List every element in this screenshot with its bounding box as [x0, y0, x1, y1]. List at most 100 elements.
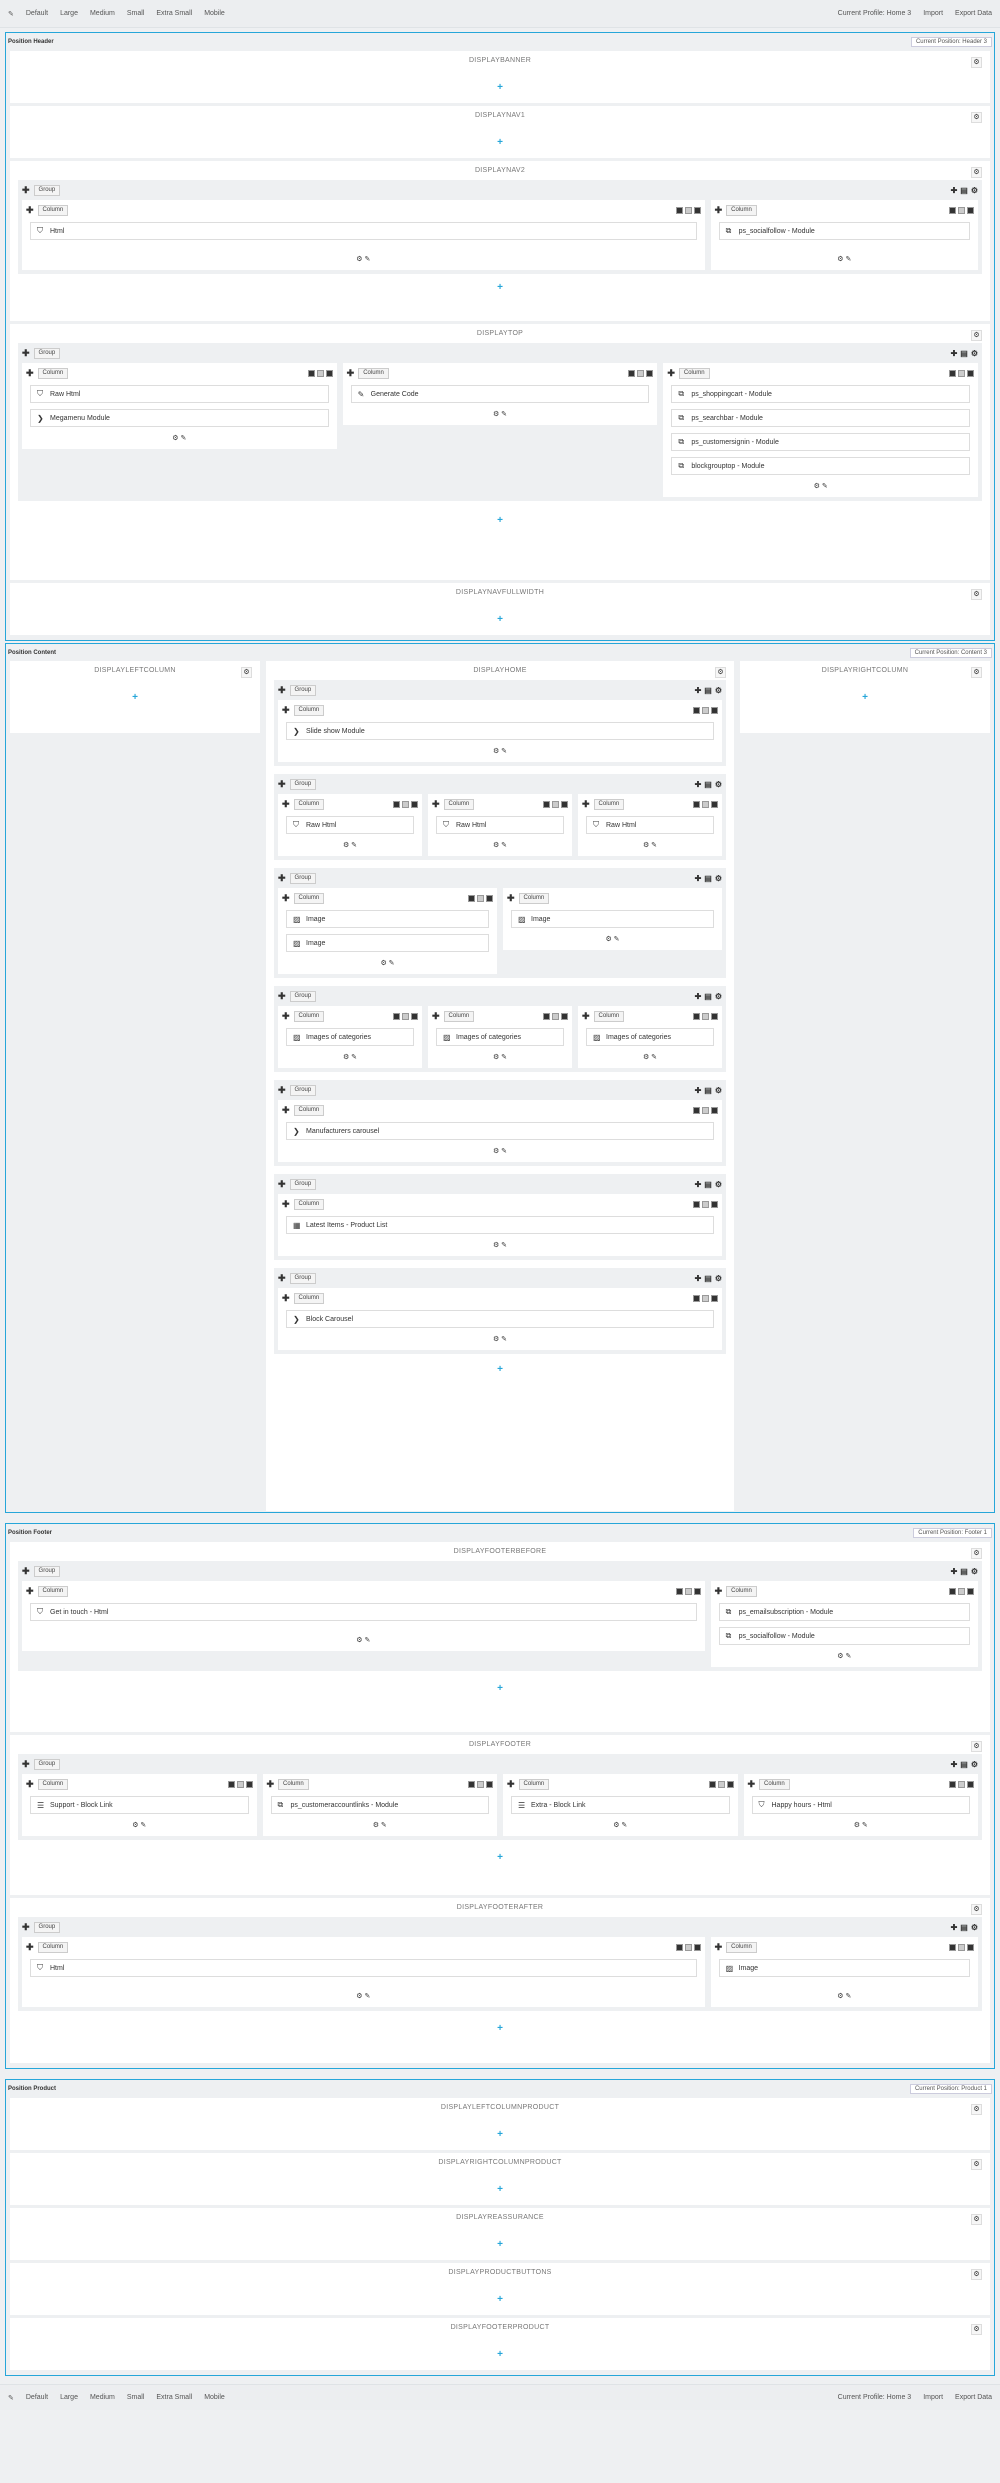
- device-extra-small[interactable]: Extra Small: [156, 2394, 192, 2401]
- col-tool-icon[interactable]: [675, 206, 683, 214]
- grid-icon[interactable]: ▤: [960, 186, 968, 195]
- gear-icon[interactable]: ⚙: [971, 2324, 982, 2335]
- col-tool-icon[interactable]: [675, 1587, 683, 1595]
- group-button[interactable]: Group: [289, 1178, 317, 1190]
- module-item[interactable]: ⛉ Raw Html: [30, 385, 329, 403]
- settings-icon[interactable]: ⚙: [971, 186, 978, 195]
- module-item[interactable]: ⛉ Raw Html: [586, 816, 714, 834]
- drag-icon[interactable]: ✚: [22, 185, 30, 196]
- module-item[interactable]: ⧉ ps_socialfollow - Module: [718, 222, 970, 240]
- module-item[interactable]: ⧉ ps_emailsubscription - Module: [718, 1603, 970, 1621]
- module-item[interactable]: ⛉ Html: [30, 1959, 697, 1977]
- device-small[interactable]: Small: [127, 10, 145, 17]
- drag-icon[interactable]: ✚: [278, 991, 286, 1002]
- profile-button[interactable]: Current Profile: Home 3: [838, 2394, 912, 2401]
- add-icon[interactable]: ✚: [695, 992, 702, 1001]
- export-button[interactable]: Export Data: [955, 10, 992, 17]
- module-item[interactable]: ▨ Image: [286, 934, 489, 952]
- drag-icon[interactable]: ✚: [507, 893, 515, 904]
- col-tool-icon[interactable]: [693, 1012, 700, 1020]
- device-mobile[interactable]: Mobile: [204, 2394, 225, 2401]
- add-group-icon[interactable]: +: [16, 614, 984, 626]
- gear-icon[interactable]: ⚙: [241, 667, 252, 678]
- edit-icon[interactable]: ✎: [8, 2394, 14, 2402]
- gear-icon[interactable]: ⚙: [971, 2159, 982, 2170]
- module-item[interactable]: ⧉ blockgrouptop - Module: [671, 457, 971, 475]
- add-icon[interactable]: ✚: [951, 1760, 958, 1769]
- col-tool-icon[interactable]: [958, 369, 966, 377]
- col-tool-icon[interactable]: [967, 1587, 974, 1595]
- settings-icon[interactable]: ⚙: [715, 1086, 722, 1095]
- group-button[interactable]: Group: [33, 347, 61, 359]
- drag-icon[interactable]: ✚: [282, 893, 290, 904]
- col-tool-icon[interactable]: [967, 369, 975, 377]
- group-button[interactable]: Group: [33, 1758, 61, 1770]
- column-button[interactable]: Column: [593, 798, 625, 810]
- drag-icon[interactable]: ✚: [22, 1566, 30, 1577]
- add-group-icon[interactable]: +: [16, 692, 254, 704]
- module-item[interactable]: ❯ Megamenu Module: [30, 409, 329, 427]
- settings-icon[interactable]: ⚙: [715, 780, 722, 789]
- add-icon[interactable]: ✚: [695, 1086, 702, 1095]
- grid-icon[interactable]: ▤: [960, 349, 968, 358]
- col-tool-icon[interactable]: [717, 1780, 725, 1788]
- gear-icon[interactable]: ⚙: [971, 2269, 982, 2280]
- add-group-icon[interactable]: +: [16, 2349, 984, 2361]
- col-tool-icon[interactable]: [693, 1943, 701, 1951]
- grid-icon[interactable]: ▤: [704, 874, 712, 883]
- drag-icon[interactable]: ✚: [26, 1942, 34, 1953]
- drag-icon[interactable]: ✚: [278, 1179, 286, 1190]
- module-item[interactable]: ⧉ ps_socialfollow - Module: [718, 1627, 970, 1645]
- column-actions[interactable]: ⚙ ✎: [282, 746, 718, 758]
- module-item[interactable]: ⧉ ps_searchbar - Module: [671, 409, 971, 427]
- settings-icon[interactable]: ⚙: [971, 1923, 978, 1932]
- position-select[interactable]: Current Position: Product 1: [909, 2083, 992, 2094]
- column-button[interactable]: Column: [293, 1292, 325, 1304]
- settings-icon[interactable]: ⚙: [715, 992, 722, 1001]
- group-button[interactable]: Group: [289, 778, 317, 790]
- col-tool-icon[interactable]: [307, 369, 315, 377]
- add-group-icon[interactable]: +: [16, 2184, 984, 2196]
- col-tool-icon[interactable]: [477, 894, 484, 902]
- module-item[interactable]: ⛉ Raw Html: [436, 816, 564, 834]
- column-button[interactable]: Column: [726, 1585, 757, 1597]
- col-tool-icon[interactable]: [486, 894, 493, 902]
- drag-icon[interactable]: ✚: [282, 1293, 290, 1304]
- column-button[interactable]: Column: [278, 1778, 309, 1790]
- module-item[interactable]: ❯ Block Carousel: [286, 1310, 714, 1328]
- col-tool-icon[interactable]: [693, 206, 701, 214]
- col-tool-icon[interactable]: [468, 1780, 475, 1788]
- gear-icon[interactable]: ⚙: [971, 167, 982, 178]
- gear-icon[interactable]: ⚙: [971, 57, 982, 68]
- add-icon[interactable]: ✚: [695, 1274, 702, 1283]
- drag-icon[interactable]: ✚: [432, 799, 440, 810]
- col-tool-icon[interactable]: [711, 800, 718, 808]
- column-button[interactable]: Column: [759, 1778, 790, 1790]
- column-actions[interactable]: ⚙ ✎: [26, 433, 333, 445]
- group-button[interactable]: Group: [33, 1565, 61, 1577]
- col-tool-icon[interactable]: [637, 369, 645, 377]
- add-group-icon[interactable]: +: [16, 1683, 984, 1695]
- col-tool-icon[interactable]: [468, 894, 475, 902]
- group-button[interactable]: Group: [289, 990, 317, 1002]
- grid-icon[interactable]: ▤: [704, 1180, 712, 1189]
- col-tool-icon[interactable]: [684, 1943, 692, 1951]
- add-icon[interactable]: ✚: [695, 874, 702, 883]
- col-tool-icon[interactable]: [693, 1200, 700, 1208]
- module-item[interactable]: ☰ Extra - Block Link: [511, 1796, 730, 1814]
- device-extra-small[interactable]: Extra Small: [156, 10, 192, 17]
- add-icon[interactable]: ✚: [695, 686, 702, 695]
- position-select[interactable]: Current Position: Footer 1: [913, 1527, 992, 1538]
- col-tool-icon[interactable]: [702, 1106, 709, 1114]
- column-actions[interactable]: ⚙ ✎: [667, 481, 974, 493]
- col-tool-icon[interactable]: [711, 1200, 718, 1208]
- gear-icon[interactable]: ⚙: [971, 112, 982, 123]
- drag-icon[interactable]: ✚: [582, 1011, 590, 1022]
- col-tool-icon[interactable]: [693, 1587, 701, 1595]
- col-tool-icon[interactable]: [543, 800, 550, 808]
- col-tool-icon[interactable]: [702, 1200, 709, 1208]
- add-icon[interactable]: ✚: [951, 186, 958, 195]
- col-tool-icon[interactable]: [967, 206, 974, 214]
- col-tool-icon[interactable]: [552, 800, 559, 808]
- drag-icon[interactable]: ✚: [278, 685, 286, 696]
